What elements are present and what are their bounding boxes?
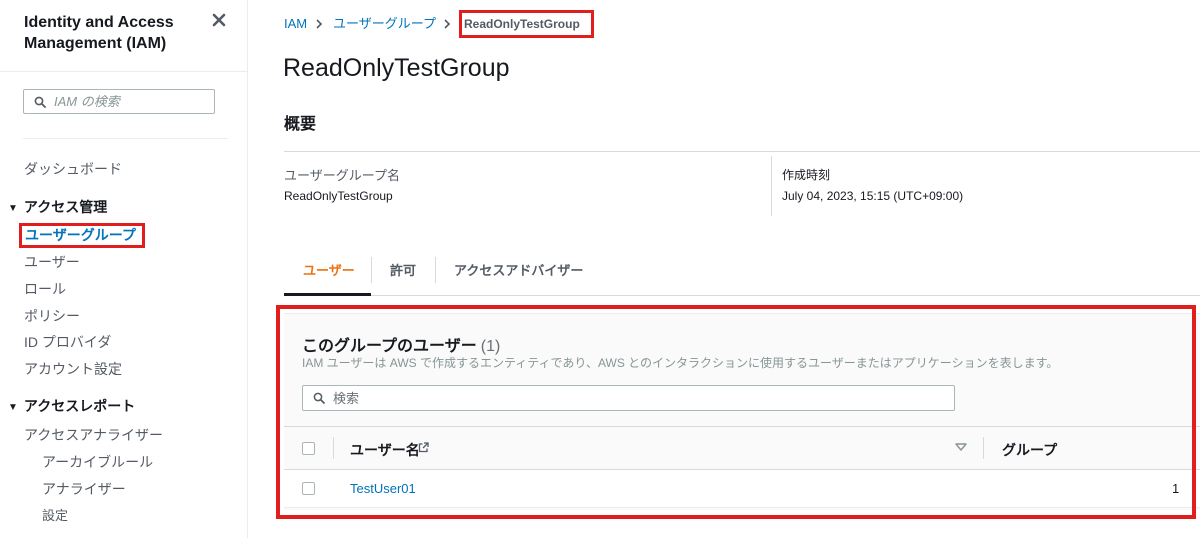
created-label: 作成時刻 [782, 168, 831, 182]
sidebar-title[interactable]: Identity and Access Management (IAM) [24, 12, 194, 54]
sidebar-item-users[interactable]: ユーザー [24, 253, 80, 271]
tab-users[interactable]: ユーザー [303, 260, 355, 279]
sidebar-item-access-analyzer[interactable]: アクセスアナライザー [24, 426, 163, 444]
sidebar-item-settings[interactable]: 設定 [42, 507, 68, 525]
group-name-label: ユーザーグループ名 [284, 168, 400, 183]
breadcrumb-iam[interactable]: IAM [284, 14, 307, 34]
group-name-value: ReadOnlyTestGroup [284, 189, 393, 203]
tab-permissions[interactable]: 許可 [390, 260, 416, 279]
page-title: ReadOnlyTestGroup [283, 54, 510, 82]
search-icon [34, 96, 46, 108]
sidebar-item-roles[interactable]: ロール [24, 280, 66, 298]
sidebar: Identity and Access Management (IAM) ダッシ… [0, 0, 248, 538]
close-icon[interactable] [212, 13, 226, 27]
highlight-box [276, 305, 1196, 519]
sidebar-search[interactable] [23, 89, 215, 114]
breadcrumb-user-groups[interactable]: ユーザーグループ [333, 14, 436, 34]
divider [0, 71, 247, 72]
caret-down-icon: ▼ [8, 203, 18, 214]
chevron-right-icon [444, 19, 451, 29]
chevron-right-icon [316, 19, 323, 29]
created-value: July 04, 2023, 15:15 (UTC+09:00) [782, 189, 964, 203]
overview-heading: 概要 [284, 116, 317, 133]
sidebar-section-label: アクセスレポート [23, 398, 136, 414]
tab-access-advisor[interactable]: アクセスアドバイザー [454, 260, 583, 279]
active-tab-indicator [284, 293, 371, 296]
divider [23, 138, 228, 139]
sidebar-section-access-management[interactable]: ▼ アクセス管理 [8, 198, 107, 219]
sidebar-section-label: アクセス管理 [23, 199, 108, 215]
tab-separator [435, 257, 436, 283]
tabs-baseline [284, 295, 1200, 296]
sidebar-search-input[interactable] [54, 92, 204, 111]
caret-down-icon: ▼ [8, 402, 18, 413]
tab-separator [371, 257, 372, 283]
sidebar-item-analyzers[interactable]: アナライザー [42, 480, 126, 498]
sidebar-item-identity-providers[interactable]: ID プロバイダ [24, 333, 111, 351]
sidebar-item-account-settings[interactable]: アカウント設定 [24, 360, 122, 378]
divider [771, 156, 772, 216]
sidebar-section-access-reports[interactable]: ▼ アクセスレポート [8, 397, 135, 418]
sidebar-item-policies[interactable]: ポリシー [24, 307, 80, 325]
sidebar-item-user-groups[interactable]: ユーザーグループ [19, 223, 145, 248]
sidebar-item-archive-rules[interactable]: アーカイブルール [42, 453, 153, 471]
divider [284, 151, 1200, 152]
sidebar-item-dashboard[interactable]: ダッシュボード [24, 160, 122, 178]
breadcrumb-current: ReadOnlyTestGroup [459, 10, 594, 38]
